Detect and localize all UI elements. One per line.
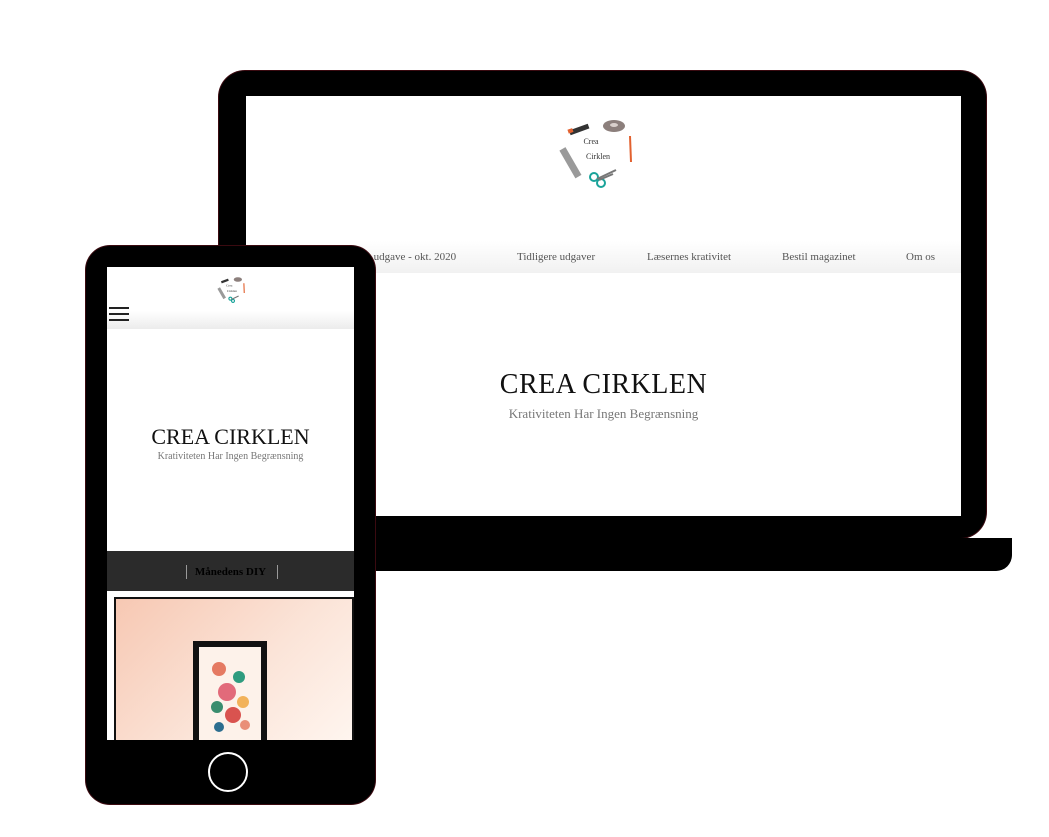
nav-item-about-us[interactable]: Om os <box>906 251 935 263</box>
tape-icon <box>603 120 625 132</box>
framed-artwork <box>193 641 267 740</box>
site-logo[interactable]: Crea Cirklen <box>553 114 633 194</box>
mobile-site-logo[interactable]: Crea Cirklen <box>215 275 245 305</box>
phone-home-button[interactable] <box>208 752 248 792</box>
logo-text-line1: Crea <box>226 283 233 287</box>
logo-text-line2: Cirklen <box>227 289 237 293</box>
logo-text-line1: Crea <box>583 137 599 146</box>
logo-text-line2: Cirklen <box>586 152 610 161</box>
nav-item-readers-creativity[interactable]: Læsernes krativitet <box>647 251 731 263</box>
mobile-site-tagline: Krativiteten Har Ingen Begrænsning <box>157 451 304 462</box>
phone-screen: Crea Cirklen CREA CIRKLEN Krativiteten H… <box>107 267 354 740</box>
marker-icon <box>220 278 229 284</box>
floral-artwork-icon <box>211 662 250 732</box>
nav-item-previous-issues[interactable]: Tidligere udgaver <box>517 251 595 263</box>
monthly-diy-image[interactable] <box>114 597 354 740</box>
ruler-icon <box>217 287 226 300</box>
nav-item-order-magazine[interactable]: Bestil magazinet <box>782 251 856 263</box>
pencil-icon <box>629 135 632 163</box>
hamburger-icon[interactable] <box>109 307 129 321</box>
monthly-diy-band: Månedens DIY <box>107 551 354 591</box>
mobile-site-title: CREA CIRKLEN <box>151 424 310 449</box>
artwork-canvas <box>199 647 261 740</box>
divider <box>277 565 278 579</box>
nav-item-current-issue[interactable]: e udgave - okt. 2020 <box>366 251 456 263</box>
marker-icon <box>567 123 590 136</box>
scissors-icon <box>589 169 617 188</box>
ruler-icon <box>559 147 582 179</box>
scissors-icon <box>228 295 239 303</box>
laptop-base-edge <box>970 538 1012 571</box>
tape-icon <box>233 277 242 282</box>
monthly-diy-heading[interactable]: Månedens DIY <box>107 566 354 578</box>
